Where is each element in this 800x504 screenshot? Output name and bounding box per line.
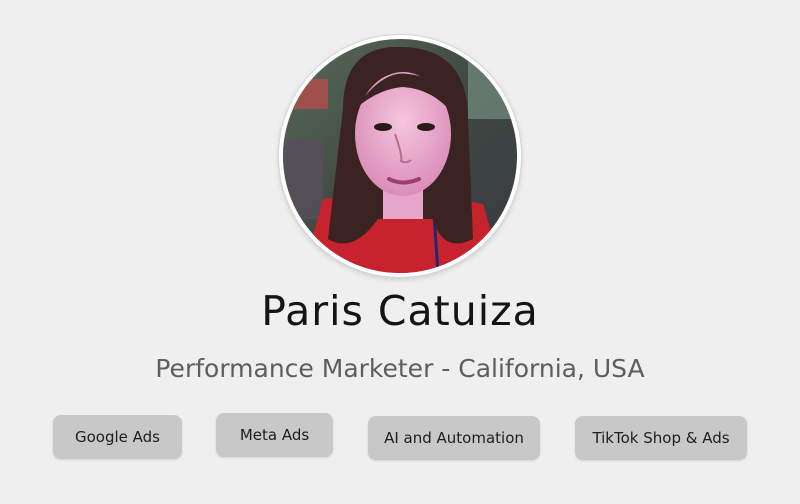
profile-photo-image <box>283 39 517 273</box>
profile-name: Paris Catuiza <box>261 287 539 335</box>
tag-ai-and-automation[interactable]: AI and Automation <box>368 416 540 460</box>
tag-google-ads[interactable]: Google Ads <box>53 415 182 459</box>
profile-photo <box>283 39 517 273</box>
tag-label: Meta Ads <box>239 426 310 444</box>
tag-tiktok-shop-ads[interactable]: TikTok Shop & Ads <box>575 416 747 460</box>
tag-label: Google Ads <box>75 428 160 446</box>
tag-label: TikTok Shop & Ads <box>592 429 730 447</box>
tag-label: AI and Automation <box>384 429 524 447</box>
profile-title: Performance Marketer - California, USA <box>155 354 645 383</box>
tag-meta-ads[interactable]: Meta Ads <box>216 413 333 457</box>
profile-avatar <box>279 35 521 277</box>
